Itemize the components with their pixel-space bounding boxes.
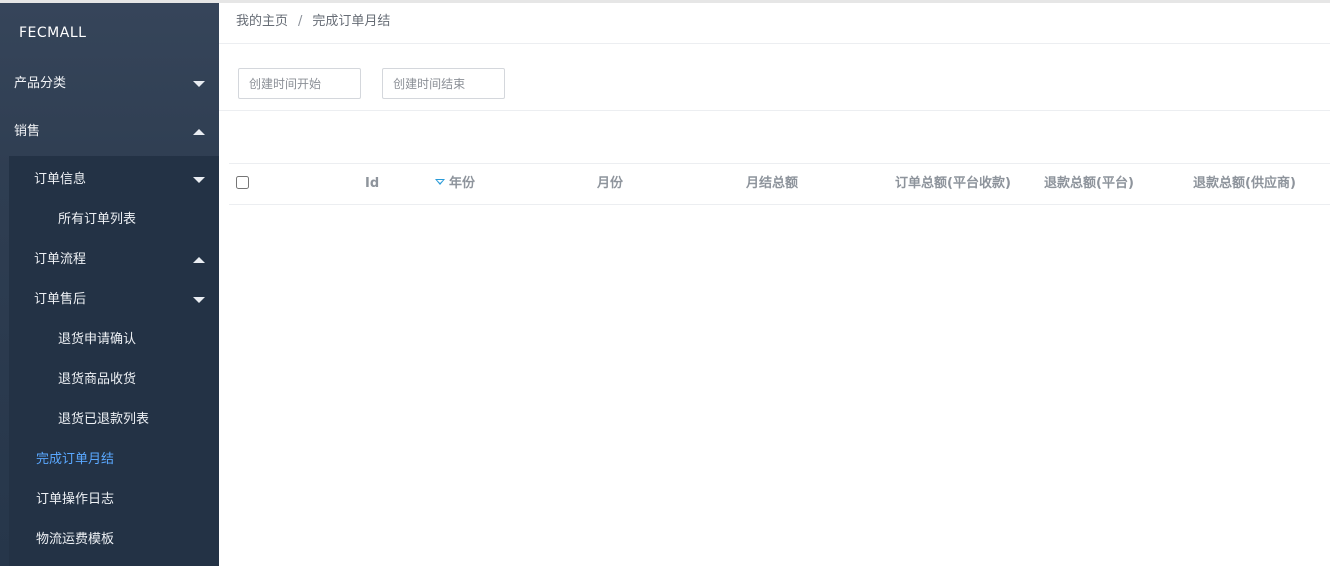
- sidebar-item-label: 所有订单列表: [58, 212, 137, 227]
- breadcrumb-home-link[interactable]: 我的主页: [236, 14, 288, 29]
- created-start-input[interactable]: [238, 68, 361, 99]
- breadcrumb-current: 完成订单月结: [312, 14, 391, 29]
- sidebar-item-label: 完成订单月结: [36, 452, 115, 467]
- sidebar-item-shipping-template[interactable]: 物流运费模板: [9, 520, 219, 560]
- sidebar-item-order-info[interactable]: 订单信息: [9, 160, 219, 200]
- sidebar-item-order-process[interactable]: 订单流程: [9, 240, 219, 280]
- sidebar: FECMALL 产品分类 销售 订单信息 所有订单列表 订单流程 订单售后 退货…: [0, 3, 219, 566]
- sidebar-item-monthly-settlement[interactable]: 完成订单月结: [9, 440, 219, 480]
- sidebar-item-return-confirm[interactable]: 退货申请确认: [9, 320, 219, 360]
- brand-logo[interactable]: FECMALL: [0, 3, 219, 60]
- sidebar-item-label: 订单信息: [34, 172, 87, 187]
- sidebar-item-return-receive[interactable]: 退货商品收货: [9, 360, 219, 400]
- sidebar-section-label: 销售: [14, 124, 41, 139]
- chevron-up-icon: [193, 129, 205, 135]
- sidebar-section-product-category[interactable]: 产品分类: [0, 60, 219, 108]
- sidebar-item-all-orders[interactable]: 所有订单列表: [9, 200, 219, 240]
- breadcrumb: 我的主页 / 完成订单月结: [219, 3, 1330, 44]
- column-header-month[interactable]: 月份: [597, 164, 623, 204]
- select-all-checkbox[interactable]: [236, 176, 249, 189]
- breadcrumb-separator: /: [298, 14, 303, 29]
- sidebar-item-label: 订单售后: [34, 292, 87, 307]
- filter-bar: [219, 44, 1330, 111]
- sales-submenu: 订单信息 所有订单列表 订单流程 订单售后 退货申请确认 退货商品收货 退货已退…: [9, 156, 219, 566]
- sidebar-section-label: 产品分类: [14, 76, 67, 91]
- chevron-up-icon: [193, 257, 205, 263]
- created-end-input[interactable]: [382, 68, 506, 99]
- column-header-monthly-total[interactable]: 月结总额: [746, 164, 798, 204]
- sidebar-item-label: 物流运费模板: [36, 532, 115, 547]
- column-header-refund-platform[interactable]: 退款总额(平台): [1044, 164, 1134, 204]
- sidebar-item-label: 退货申请确认: [58, 332, 137, 347]
- chevron-down-icon: [193, 177, 205, 183]
- sidebar-item-refunded-list[interactable]: 退货已退款列表: [9, 400, 219, 440]
- sidebar-item-order-log[interactable]: 订单操作日志: [9, 480, 219, 520]
- column-header-order-total[interactable]: 订单总额(平台收款): [895, 164, 1011, 204]
- main-content: 我的主页 / 完成订单月结 Id 年份 月份 月结总额 订单总额(平台收款) 退款总…: [219, 3, 1330, 566]
- sidebar-section-sales[interactable]: 销售: [0, 108, 219, 156]
- column-header-year[interactable]: 年份: [435, 164, 475, 204]
- table-header: Id 年份 月份 月结总额 订单总额(平台收款) 退款总额(平台) 退款总额(供…: [229, 163, 1330, 205]
- column-header-id[interactable]: Id: [365, 164, 379, 204]
- toolbar-area: [219, 111, 1330, 163]
- chevron-down-icon: [193, 297, 205, 303]
- column-header-label: 年份: [449, 176, 476, 191]
- sort-desc-icon: [435, 179, 445, 185]
- chevron-down-icon: [193, 81, 205, 87]
- sidebar-item-after-sales[interactable]: 订单售后: [9, 280, 219, 320]
- sidebar-item-label: 订单操作日志: [36, 492, 115, 507]
- sidebar-item-label: 退货商品收货: [58, 372, 137, 387]
- sidebar-item-label: 退货已退款列表: [58, 412, 150, 427]
- column-header-refund-supplier[interactable]: 退款总额(供应商): [1193, 164, 1296, 204]
- sidebar-item-label: 订单流程: [34, 252, 87, 267]
